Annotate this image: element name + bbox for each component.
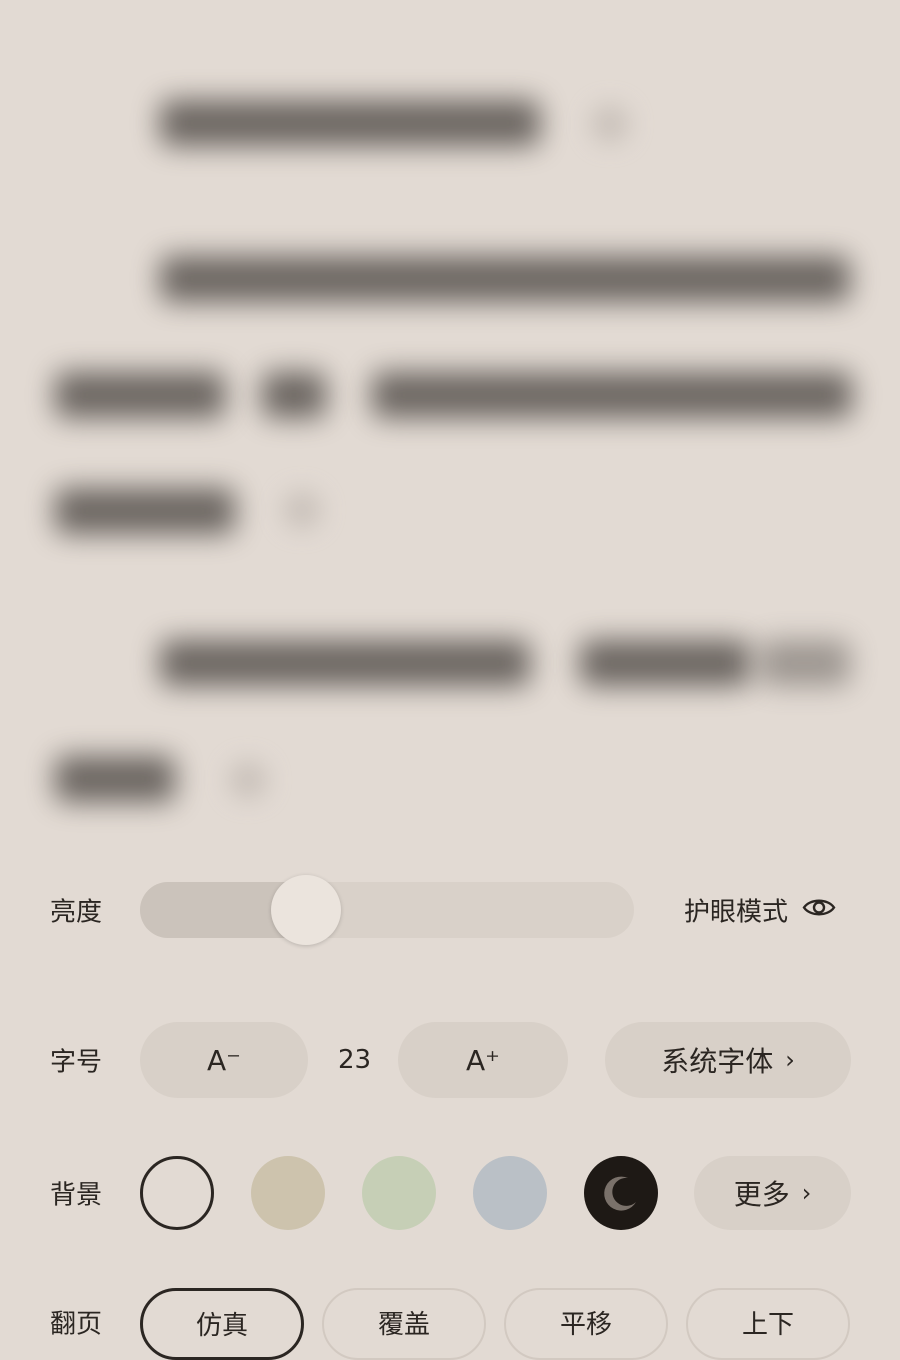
font-increase-button[interactable]: A⁺	[398, 1022, 568, 1098]
font-decrease-button[interactable]: A⁻	[140, 1022, 308, 1098]
blurred-punctuation	[228, 760, 268, 800]
page-turn-label: 翻页	[50, 1309, 103, 1340]
page-turn-option[interactable]: 上下	[686, 1288, 850, 1360]
blurred-text-line	[55, 488, 235, 534]
blurred-text-line	[55, 756, 175, 802]
moon-icon	[604, 1176, 636, 1211]
more-backgrounds-label: 更多	[733, 1178, 790, 1211]
font-decrease-label: A⁻	[207, 1043, 241, 1077]
background-swatch-beige[interactable]	[251, 1156, 325, 1230]
page-turn-option-label: 仿真	[195, 1311, 248, 1341]
page-turn-option-label: 平移	[559, 1310, 612, 1340]
blurred-text-line	[160, 100, 540, 146]
font-family-button[interactable]: 系统字体 ›	[605, 1022, 851, 1098]
eye-mode-label: 护眼模式	[684, 897, 789, 928]
font-size-label: 字号	[50, 1047, 103, 1078]
blurred-text-line	[760, 640, 850, 686]
page-turn-option-label: 覆盖	[377, 1310, 430, 1340]
blurred-text-line	[55, 372, 225, 418]
font-size-value: 23	[338, 1045, 372, 1075]
blurred-punctuation	[282, 490, 322, 530]
background-label: 背景	[50, 1180, 103, 1211]
blurred-text-line	[372, 372, 852, 418]
chevron-right-icon: ›	[801, 1179, 812, 1207]
background-swatch-night[interactable]	[584, 1156, 658, 1230]
brightness-label: 亮度	[50, 897, 103, 928]
more-backgrounds-button[interactable]: 更多 ›	[694, 1156, 851, 1230]
blurred-text-line	[262, 372, 326, 418]
blurred-text-line	[160, 640, 530, 686]
background-swatch-green[interactable]	[362, 1156, 436, 1230]
blurred-punctuation	[590, 104, 630, 144]
page-turn-option[interactable]: 覆盖	[322, 1288, 486, 1360]
font-family-label: 系统字体	[661, 1045, 774, 1078]
background-swatch-blue[interactable]	[473, 1156, 547, 1230]
page-turn-option[interactable]: 仿真	[140, 1288, 304, 1360]
blurred-text-line	[160, 256, 850, 302]
font-increase-label: A⁺	[466, 1043, 500, 1077]
brightness-slider-thumb[interactable]	[271, 875, 342, 945]
background-swatch-white[interactable]	[140, 1156, 214, 1230]
eye-protection-toggle[interactable]: 护眼模式	[684, 892, 836, 929]
brightness-slider[interactable]	[140, 875, 634, 945]
blurred-text-line	[580, 640, 750, 686]
page-turn-option-label: 上下	[741, 1310, 794, 1340]
page-turn-option[interactable]: 平移	[504, 1288, 668, 1360]
chevron-right-icon: ›	[785, 1046, 795, 1074]
reader-text-area	[0, 0, 900, 840]
eye-icon	[802, 895, 836, 925]
